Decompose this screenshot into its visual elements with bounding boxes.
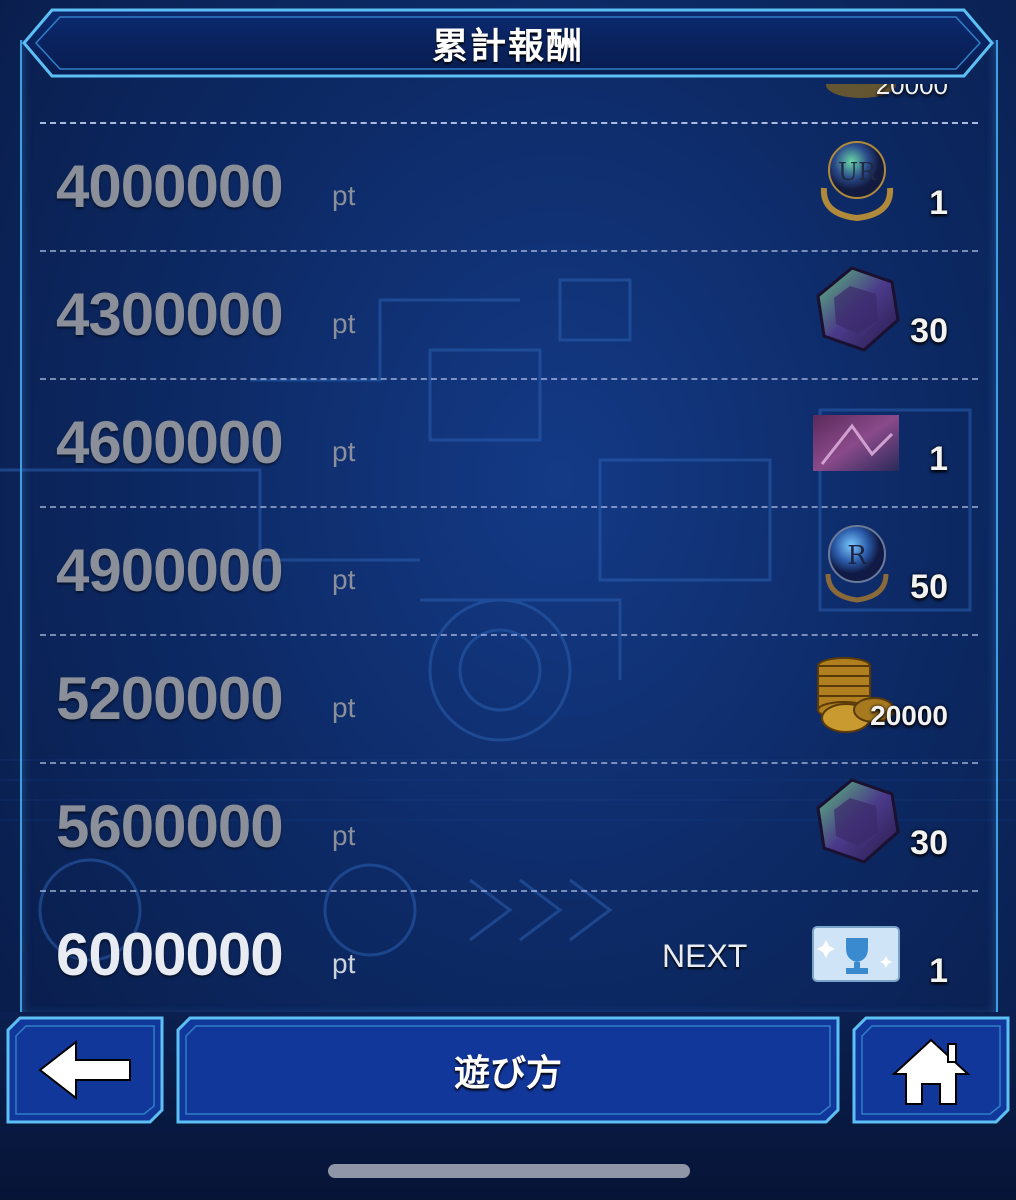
points-unit: pt bbox=[332, 308, 356, 339]
reward-row: 5600000 pt 30 bbox=[40, 762, 978, 892]
reward-row: 4600000 pt 1 bbox=[40, 378, 978, 508]
points-unit: pt bbox=[332, 948, 356, 979]
reward-quantity: 20000 bbox=[875, 84, 948, 100]
reward-quantity: 1 bbox=[929, 184, 948, 222]
home-button[interactable] bbox=[852, 1016, 1010, 1124]
page-title: 累計報酬 bbox=[431, 25, 584, 66]
reward-row-partial: 20000 bbox=[40, 84, 978, 124]
reward-quantity: 1 bbox=[929, 440, 948, 478]
r-orb-icon[interactable]: R bbox=[812, 520, 902, 610]
reward-points: 4000000 bbox=[56, 153, 284, 220]
next-label: NEXT bbox=[662, 938, 748, 974]
points-unit: pt bbox=[332, 436, 356, 467]
points-unit: pt bbox=[332, 692, 356, 723]
reward-points: 5600000 bbox=[56, 793, 284, 860]
card-art-icon[interactable] bbox=[812, 414, 902, 504]
ur-orb-icon[interactable]: UR bbox=[812, 136, 902, 226]
reward-list[interactable]: 20000 4000000 pt UR 1 4300000 pt 30 4600000 pt 1 4… bbox=[40, 84, 980, 1004]
reward-points: 4600000 bbox=[56, 409, 284, 476]
svg-text:UR: UR bbox=[838, 158, 877, 186]
back-button[interactable] bbox=[6, 1016, 164, 1124]
reward-points: 6000000 bbox=[56, 921, 284, 988]
points-unit: pt bbox=[332, 564, 356, 595]
reward-points: 4900000 bbox=[56, 537, 284, 604]
points-unit: pt bbox=[332, 180, 356, 211]
reward-row: 4900000 pt R 50 bbox=[40, 506, 978, 636]
left-arrow-icon bbox=[38, 1039, 131, 1101]
svg-text:R: R bbox=[847, 541, 868, 571]
gem-icon[interactable] bbox=[812, 264, 902, 354]
reward-row: 4300000 pt 30 bbox=[40, 250, 978, 380]
reward-quantity: 1 bbox=[929, 952, 948, 990]
reward-row: 6000000 pt NEXT 1 bbox=[40, 890, 978, 1004]
gem-icon[interactable] bbox=[812, 776, 902, 866]
reward-quantity: 30 bbox=[910, 312, 948, 350]
reward-quantity: 20000 bbox=[870, 700, 948, 731]
how-to-play-button[interactable]: 遊び方 bbox=[176, 1016, 840, 1124]
home-icon bbox=[891, 1038, 971, 1105]
reward-points: 5200000 bbox=[56, 665, 284, 732]
how-to-play-label: 遊び方 bbox=[453, 1052, 562, 1093]
reward-row: 4000000 pt UR 1 bbox=[40, 122, 978, 252]
home-indicator[interactable] bbox=[328, 1164, 690, 1178]
points-unit: pt bbox=[332, 820, 356, 851]
reward-quantity: 50 bbox=[910, 568, 948, 606]
trophy-ticket-icon[interactable] bbox=[812, 926, 902, 1004]
reward-quantity: 30 bbox=[910, 824, 948, 862]
title-bar: 累計報酬 bbox=[22, 8, 994, 78]
reward-points: 4300000 bbox=[56, 281, 284, 348]
reward-row: 5200000 pt 20000 bbox=[40, 634, 978, 764]
